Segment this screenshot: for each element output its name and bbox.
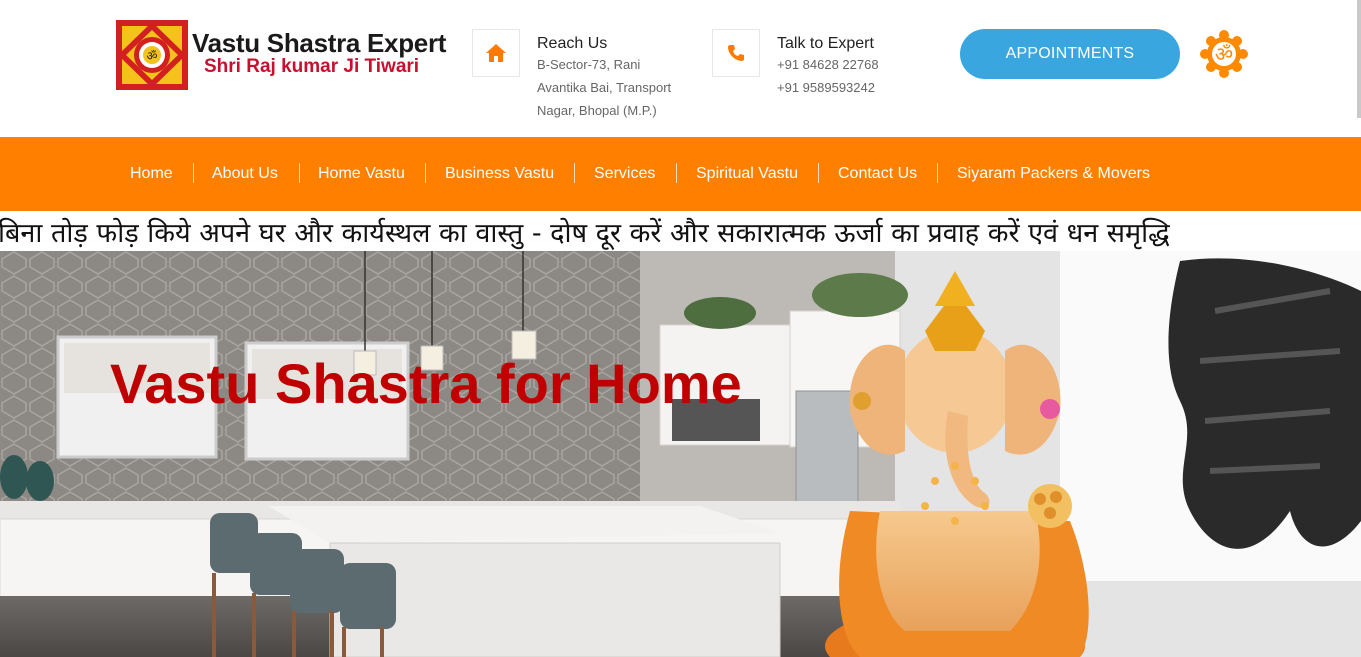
- nav-divider: [425, 163, 426, 183]
- nav-spiritual-vastu[interactable]: Spiritual Vastu: [696, 165, 798, 183]
- nav-siyaram-packers-movers[interactable]: Siyaram Packers & Movers: [957, 165, 1150, 183]
- hero-image: [0, 251, 1361, 657]
- brand-subtitle: Shri Raj kumar Ji Tiwari: [204, 56, 420, 77]
- nav-about-us[interactable]: About Us: [212, 165, 278, 183]
- nav-business-vastu[interactable]: Business Vastu: [445, 165, 554, 183]
- phone-number-2[interactable]: +91 9589593242: [777, 80, 875, 95]
- hero-banner: Vastu Shastra for Home: [0, 251, 1361, 657]
- phone-icon: [712, 29, 760, 77]
- nav-divider: [574, 163, 575, 183]
- nav-home[interactable]: Home: [130, 165, 173, 183]
- hero-heading: Vastu Shastra for Home: [110, 352, 742, 415]
- nav-divider: [299, 163, 300, 183]
- nav-divider: [937, 163, 938, 183]
- nav-divider: [676, 163, 677, 183]
- talk-expert-title: Talk to Expert: [777, 35, 874, 52]
- marquee-text: बिना तोड़ फोड़ किये अपने घर और कार्यस्थल…: [0, 218, 1170, 249]
- svg-text:ॐ: ॐ: [147, 49, 158, 63]
- header: ॐ Vastu Shastra Expert Shri Raj kumar Ji…: [0, 0, 1361, 137]
- reach-us-title: Reach Us: [537, 35, 608, 52]
- nav-divider: [193, 163, 194, 183]
- announcement-marquee: बिना तोड़ फोड़ किये अपने घर और कार्यस्थल…: [0, 211, 1361, 251]
- appointments-button[interactable]: APPOINTMENTS: [960, 29, 1180, 79]
- nav-contact-us[interactable]: Contact Us: [838, 165, 917, 183]
- nav-divider: [818, 163, 819, 183]
- nav-home-vastu[interactable]: Home Vastu: [318, 165, 405, 183]
- om-icon: ॐ: [1200, 30, 1248, 78]
- svg-text:ॐ: ॐ: [1215, 42, 1233, 66]
- nav-services[interactable]: Services: [594, 165, 655, 183]
- home-icon: [472, 29, 520, 77]
- reach-address-line-2: Avantika Bai, Transport: [537, 80, 672, 95]
- main-nav: Home About Us Home Vastu Business Vastu …: [0, 137, 1361, 211]
- brand-title[interactable]: Vastu Shastra Expert: [192, 28, 446, 59]
- brand-logo[interactable]: ॐ: [112, 16, 192, 94]
- reach-address-line-3: Nagar, Bhopal (M.P.): [537, 103, 657, 118]
- reach-address-line-1: B-Sector-73, Rani: [537, 57, 641, 72]
- scrollbar[interactable]: [1357, 0, 1361, 118]
- phone-number-1[interactable]: +91 84628 22768: [777, 57, 879, 72]
